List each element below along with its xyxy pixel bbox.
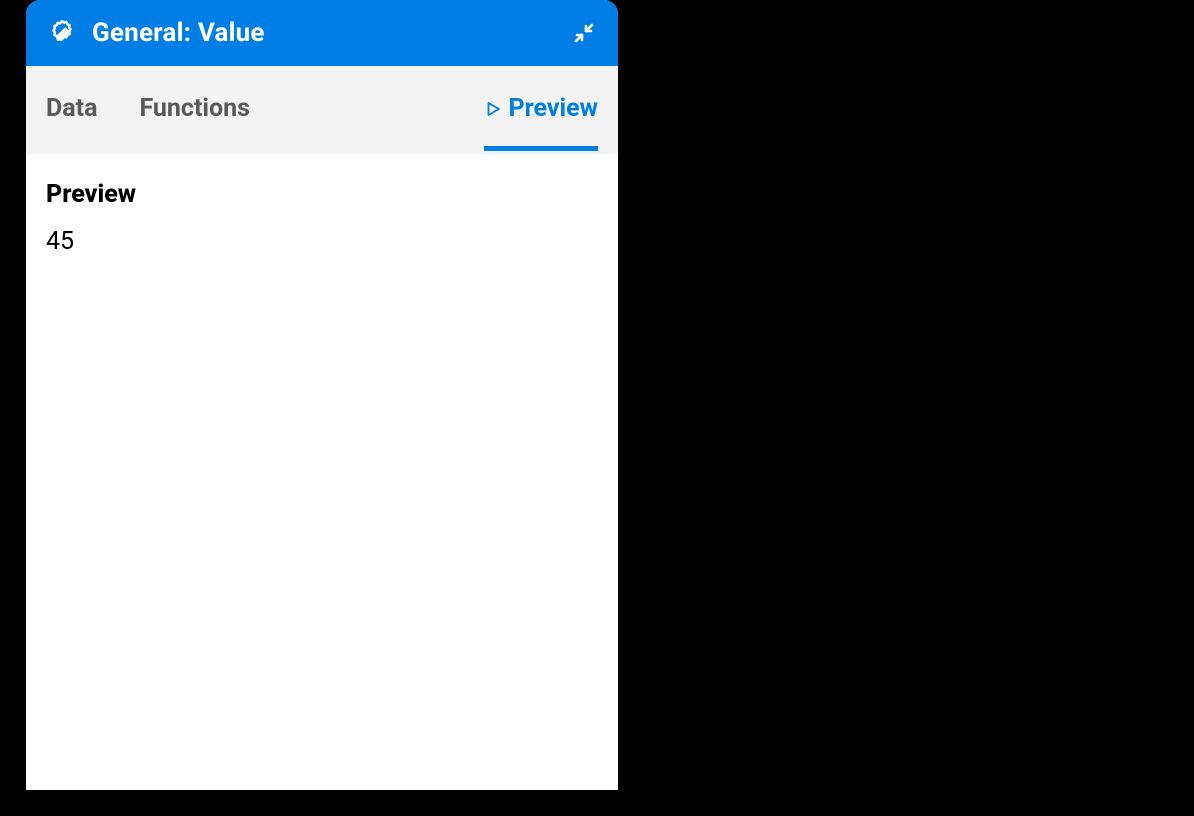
- tab-preview-label: Preview: [508, 94, 598, 123]
- gear-pencil-icon: [46, 17, 78, 49]
- formula-panel: General: Value Data Functions Preview: [26, 0, 618, 790]
- tab-data-label: Data: [46, 94, 97, 123]
- collapse-icon[interactable]: [570, 19, 598, 47]
- tab-functions[interactable]: Functions: [139, 94, 250, 125]
- preview-heading: Preview: [46, 180, 598, 209]
- tab-bar: Data Functions Preview: [26, 66, 618, 154]
- content-area: Preview 45: [26, 154, 618, 282]
- play-icon: [484, 100, 502, 118]
- tab-functions-label: Functions: [139, 94, 250, 123]
- tab-preview[interactable]: Preview: [484, 94, 598, 125]
- tab-data[interactable]: Data: [46, 94, 97, 125]
- panel-title: General: Value: [92, 18, 556, 48]
- panel-header: General: Value: [26, 0, 618, 66]
- preview-value: 45: [46, 227, 598, 256]
